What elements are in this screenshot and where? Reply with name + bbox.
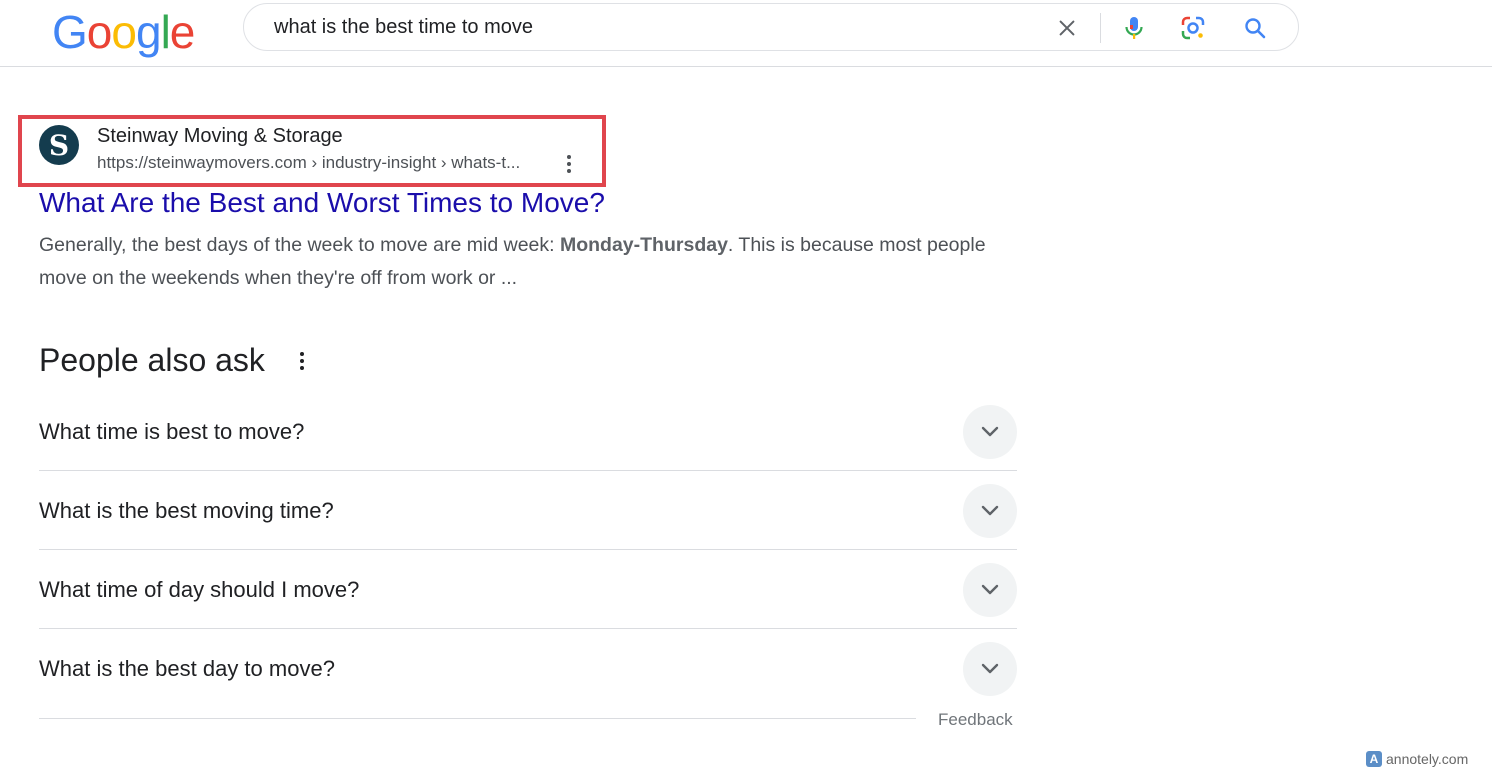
search-box	[243, 3, 1299, 51]
paa-question: What is the best day to move?	[39, 656, 335, 681]
people-also-ask-title: People also ask	[39, 342, 265, 378]
close-icon[interactable]	[1054, 15, 1080, 41]
search-icon[interactable]	[1242, 15, 1268, 41]
watermark-text: annotely.com	[1386, 751, 1469, 767]
paa-question: What is the best moving time?	[39, 498, 334, 523]
site-name[interactable]: Steinway Moving & Storage	[97, 123, 343, 149]
people-also-ask-more-icon[interactable]	[294, 350, 310, 372]
divider	[39, 549, 1017, 550]
chevron-down-icon[interactable]	[963, 484, 1017, 538]
chevron-down-icon[interactable]	[963, 642, 1017, 696]
dot	[567, 162, 571, 166]
divider	[39, 470, 1017, 471]
paa-question-row[interactable]: What is the best day to move?	[39, 641, 1017, 720]
dot	[300, 352, 304, 356]
site-url[interactable]: https://steinwaymovers.com › industry-in…	[97, 152, 520, 174]
site-favicon[interactable]: S	[39, 125, 79, 165]
snippet-text: Generally, the best days of the week to …	[39, 234, 560, 256]
logo-letter: o	[111, 6, 137, 58]
google-logo[interactable]: Google	[52, 4, 196, 60]
logo-letter: o	[86, 6, 113, 58]
chevron-down-icon[interactable]	[963, 405, 1017, 459]
divider	[39, 628, 1017, 629]
dot	[567, 169, 571, 173]
dot	[567, 155, 571, 159]
feedback-link[interactable]: Feedback	[938, 709, 1013, 731]
paa-question-row[interactable]: What is the best moving time?	[39, 483, 1017, 562]
dot	[300, 359, 304, 363]
logo-letter: l	[160, 6, 171, 58]
paa-question: What time is best to move?	[39, 419, 305, 444]
logo-letter: G	[52, 6, 88, 58]
annotely-logo-icon: A	[1366, 751, 1382, 767]
result-title-link[interactable]: What Are the Best and Worst Times to Mov…	[39, 185, 605, 221]
watermark: A annotely.com	[1366, 749, 1468, 769]
result-snippet: Generally, the best days of the week to …	[39, 229, 1009, 295]
paa-question: What time of day should I move?	[39, 577, 360, 602]
microphone-icon[interactable]	[1121, 15, 1147, 41]
chevron-down-icon[interactable]	[963, 563, 1017, 617]
search-divider	[1100, 13, 1101, 43]
paa-question-row[interactable]: What time of day should I move?	[39, 562, 1017, 641]
search-input[interactable]	[274, 4, 1034, 50]
logo-letter: e	[169, 6, 196, 58]
header: Google	[0, 0, 1492, 67]
result-more-options-icon[interactable]	[559, 152, 579, 176]
logo-letter: g	[135, 6, 162, 58]
divider	[39, 718, 916, 719]
paa-question-row[interactable]: What time is best to move?	[39, 404, 1017, 483]
dot	[300, 366, 304, 370]
lens-icon[interactable]	[1180, 15, 1206, 41]
snippet-bold: Monday-Thursday	[559, 234, 728, 256]
